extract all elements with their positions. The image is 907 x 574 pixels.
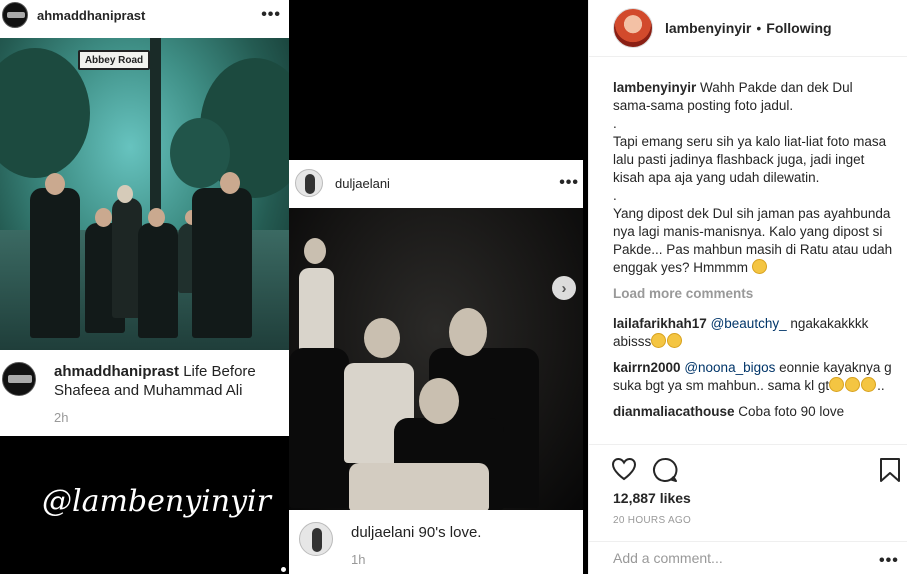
caption-line: . — [613, 188, 617, 203]
embedded-post-header: duljaelani ••• — [289, 160, 583, 206]
caption-username: duljaelani — [351, 524, 415, 541]
add-comment-input[interactable] — [613, 550, 853, 566]
comment-text: Coba foto 90 love — [734, 404, 845, 419]
emoji-icon — [651, 333, 667, 348]
post-media: ahmaddhaniprast ••• Abbey Road ahmaddhan… — [0, 0, 588, 574]
carousel-dot — [281, 567, 286, 572]
emoji-icon — [751, 259, 767, 274]
comment: kairrn2000 @noona_bigos eonnie kayaknya … — [613, 359, 893, 395]
comment-username[interactable]: dianmaliacathouse — [613, 404, 735, 419]
embedded-username: ahmaddhaniprast — [37, 7, 146, 23]
comment-username[interactable]: kairrn2000 — [613, 360, 681, 375]
avatar — [295, 169, 323, 197]
timestamp: 1h — [351, 552, 366, 567]
emoji-icon — [667, 333, 683, 348]
comment: dianmaliacathouse Coba foto 90 love — [613, 403, 893, 421]
add-comment-row: ••• — [589, 541, 907, 574]
caption-line: . — [613, 116, 617, 131]
embedded-post-duljaelani: duljaelani ••• › duljaelani 90's love. 1… — [289, 160, 583, 574]
embedded-post-footer: duljaelani 90's love. 1h — [289, 512, 583, 574]
embedded-username: duljaelani — [335, 175, 390, 191]
90s-love-photo — [289, 208, 583, 510]
bookmark-icon[interactable] — [879, 457, 901, 483]
timestamp: 2h — [54, 410, 69, 425]
post-date: 20 HOURS AGO — [613, 515, 692, 526]
mention-link[interactable]: @beautchy_ — [711, 316, 787, 331]
emoji-icon — [861, 377, 877, 392]
embedded-post-ahmaddhani: ahmaddhaniprast ••• Abbey Road ahmaddhan… — [0, 0, 289, 436]
heart-icon[interactable] — [611, 457, 637, 481]
post-caption: lambenyinyir Wahh Pakde dan dek Dul sama… — [613, 79, 893, 277]
mention-link[interactable]: @noona_bigos — [684, 360, 775, 375]
embedded-post-footer: ahmaddhaniprast Life Before Shafeea and … — [0, 352, 289, 436]
comment-suffix: .. — [877, 378, 885, 393]
post-detail-panel: lambenyinyir • Following lambenyinyir Wa… — [588, 0, 907, 574]
more-icon[interactable]: ••• — [879, 552, 899, 570]
avatar — [2, 2, 28, 28]
more-icon: ••• — [559, 174, 579, 191]
watermark: @lambenyinyir — [42, 484, 271, 519]
embedded-post-header: ahmaddhaniprast ••• — [0, 0, 289, 30]
caption-line: Tapi emang seru sih ya kalo liat-liat fo… — [613, 134, 887, 185]
more-icon: ••• — [261, 6, 281, 23]
caption-username: ahmaddhaniprast — [54, 363, 180, 380]
comments-list[interactable]: lambenyinyir Wahh Pakde dan dek Dul sama… — [613, 79, 893, 444]
load-more-comments-link[interactable]: Load more comments — [613, 285, 893, 303]
likes-count[interactable]: 12,887 likes — [613, 490, 691, 506]
chevron-right-icon[interactable]: › — [552, 276, 576, 300]
following-button[interactable]: Following — [766, 20, 831, 36]
street-sign: Abbey Road — [78, 50, 150, 70]
comment-icon[interactable] — [652, 457, 678, 483]
separator: • — [756, 20, 762, 36]
embedded-caption: duljaelani 90's love. — [351, 524, 481, 541]
avatar — [299, 522, 333, 556]
author-username[interactable]: lambenyinyir — [665, 20, 751, 36]
emoji-icon — [845, 377, 861, 392]
action-bar: 12,887 likes 20 HOURS AGO ••• — [589, 444, 907, 574]
comment-username[interactable]: lailafarikhah17 — [613, 316, 707, 331]
emoji-icon — [829, 377, 845, 392]
caption-text: 90's love. — [414, 524, 482, 541]
caption-username[interactable]: lambenyinyir — [613, 80, 696, 95]
avatar[interactable] — [613, 8, 653, 48]
avatar — [2, 362, 36, 396]
embedded-caption: ahmaddhaniprast Life Before Shafeea and … — [54, 362, 284, 400]
post-header: lambenyinyir • Following — [589, 0, 907, 57]
comment: lailafarikhah17 @beautchy_ ngakakakkkk a… — [613, 315, 893, 351]
abbey-road-photo: Abbey Road — [0, 38, 289, 350]
